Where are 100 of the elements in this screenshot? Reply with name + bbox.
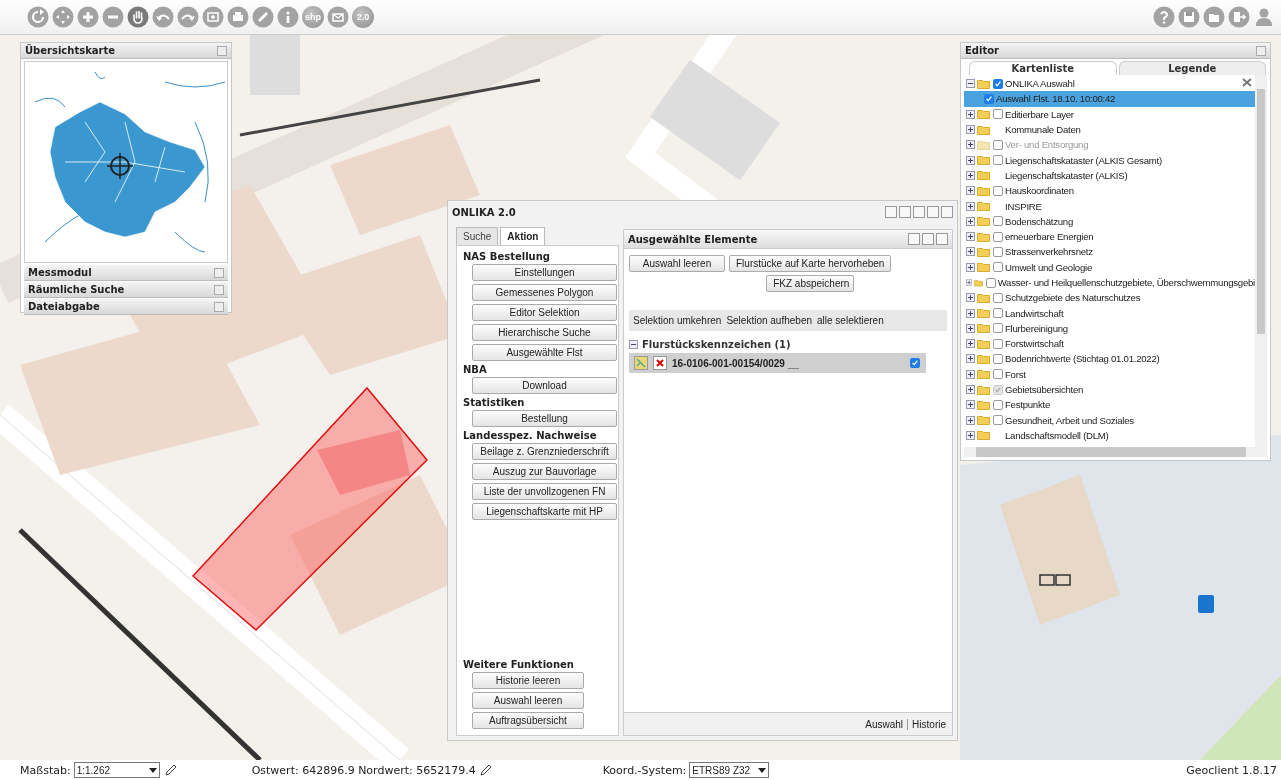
action-button[interactable]: Editor Selektion [472, 304, 617, 321]
layer-tree-item[interactable]: Editierbare Layer [964, 106, 1255, 122]
collapse-icon[interactable] [629, 340, 638, 349]
action-button[interactable]: Liste der unvollzogenen FN [472, 483, 617, 500]
print-icon[interactable] [227, 6, 249, 28]
remove-icon[interactable] [1242, 78, 1252, 87]
folder-icon[interactable] [1203, 6, 1225, 28]
checkbox[interactable] [993, 185, 1003, 196]
map-icon[interactable] [634, 356, 648, 370]
action-button[interactable]: Historie leeren [472, 672, 584, 689]
checkbox[interactable] [993, 78, 1003, 89]
pencil-icon[interactable] [478, 763, 493, 777]
hand-icon[interactable] [127, 6, 149, 28]
layer-tree-item[interactable]: Kommunale Daten [964, 121, 1255, 138]
layer-tree-item[interactable]: Festpunkte [964, 397, 1255, 413]
collapse-icon[interactable] [966, 79, 975, 89]
checkbox[interactable] [984, 93, 994, 104]
layer-tree-item[interactable]: Bodenschätzung [964, 213, 1255, 229]
expand-icon[interactable] [966, 278, 973, 287]
zoom-in-icon[interactable] [77, 6, 99, 28]
expand-icon[interactable] [966, 323, 975, 333]
redo-icon[interactable] [177, 6, 199, 28]
action-button[interactable]: Auszug zur Bauvorlage [472, 463, 617, 480]
user-icon[interactable] [1253, 6, 1275, 28]
layer-tree-item[interactable]: Flurbereinigung [964, 320, 1255, 337]
selection-link[interactable]: Selektion umkehren [633, 315, 722, 326]
checkbox[interactable] [993, 415, 1003, 426]
checkbox[interactable] [993, 216, 1003, 227]
expand-icon[interactable] [966, 155, 975, 165]
expand-icon[interactable] [966, 293, 975, 303]
layer-tree-item[interactable]: Gebietsübersichten [964, 381, 1255, 398]
layer-tree-item[interactable]: Umwelt und Geologie [964, 259, 1255, 275]
layer-tree-item[interactable]: Liegenschaftskataster (ALKIS) [964, 167, 1255, 184]
selected-parcel-row[interactable]: 16-0106-001-00154/0029 __ [629, 353, 926, 373]
checkbox[interactable] [993, 308, 1003, 319]
info-icon[interactable] [277, 6, 299, 28]
add-frame-icon[interactable] [202, 6, 224, 28]
expand-icon[interactable] [966, 170, 975, 180]
panel-section-header[interactable]: Räumliche Suche [24, 282, 228, 298]
expand-icon[interactable] [966, 430, 975, 440]
pan-arrows-icon[interactable] [52, 6, 74, 28]
checkbox[interactable] [993, 231, 1003, 242]
layer-tree-item[interactable]: ONLIKA Auswahl [964, 76, 1255, 92]
expand-icon[interactable] [966, 385, 975, 395]
scrollbar-thumb[interactable] [1257, 89, 1265, 334]
expand-icon[interactable] [966, 400, 975, 410]
action-button[interactable]: Auswahl leeren [472, 692, 584, 709]
expand-icon[interactable] [966, 216, 975, 226]
action-button[interactable]: Gemessenes Polygon [472, 284, 617, 301]
tab[interactable]: Suche [456, 227, 499, 245]
layer-tree-item[interactable]: Schutzgebiete des Naturschutzes [964, 290, 1255, 306]
floppy-disk-icon[interactable] [1178, 6, 1200, 28]
footer-link[interactable]: Auswahl [865, 718, 904, 730]
help-icon[interactable] [1153, 6, 1175, 28]
expand-icon[interactable] [966, 201, 975, 211]
expand-icon[interactable] [966, 262, 975, 272]
checkbox[interactable] [910, 358, 920, 368]
checkbox[interactable] [993, 369, 1003, 380]
undo-icon[interactable] [152, 6, 174, 28]
ruler-icon[interactable] [252, 6, 274, 28]
pencil-icon[interactable] [163, 763, 178, 777]
layer-tree-item[interactable]: Hauskoordinaten [964, 183, 1255, 199]
checkbox[interactable] [993, 246, 1003, 257]
expand-icon[interactable] [966, 415, 975, 425]
layer-tree-item[interactable]: Forst [964, 366, 1255, 382]
refresh-icon[interactable] [27, 6, 49, 28]
layer-tree-item[interactable]: Strassenverkehrsnetz [964, 244, 1255, 260]
layer-tree-item[interactable]: Landwirtschaft [964, 305, 1255, 321]
checkbox[interactable] [993, 323, 1003, 334]
expand-icon[interactable] [966, 354, 975, 364]
footer-link[interactable]: Historie [912, 718, 946, 730]
save-button[interactable]: FKZ abspeichern [766, 275, 855, 292]
panel-section-header[interactable]: Dateiabgabe [24, 299, 228, 315]
tab[interactable]: Aktion [500, 227, 546, 245]
crs-select[interactable]: ETRS89 Z32 [689, 762, 770, 778]
layer-tree-item[interactable]: Bodenrichtwerte (Stichtag 01.01.2022) [964, 351, 1255, 367]
selection-link[interactable]: alle selektieren [817, 315, 884, 326]
tab[interactable]: Legende [1118, 61, 1266, 75]
expand-icon[interactable] [966, 369, 975, 379]
layer-tree-item[interactable]: Gesundheit, Arbeit und Soziales [964, 412, 1255, 428]
expand-icon[interactable] [966, 308, 975, 318]
layer-tree-item[interactable]: Wasser- und Heilquellenschutzgebiete, Überschwemmungsgebi [964, 274, 1255, 291]
action-button[interactable]: Download [472, 377, 617, 394]
action-button[interactable]: Ausgewählte Flst [472, 344, 617, 361]
overview-map-header[interactable]: Übersichtskarte [21, 43, 231, 59]
checkbox[interactable] [993, 262, 1003, 273]
layer-tree-item[interactable]: Forstwirtschaft [964, 336, 1255, 352]
checkbox[interactable] [993, 338, 1003, 349]
action-button[interactable]: Auftragsübersicht [472, 712, 584, 729]
action-button[interactable]: Liegenschaftskarte mit HP [472, 503, 617, 520]
exit-door-icon[interactable] [1228, 6, 1250, 28]
action-button[interactable]: Einstellungen [472, 264, 617, 281]
action-button[interactable]: Hierarchische Suche [472, 324, 617, 341]
checkbox[interactable] [993, 399, 1003, 410]
tab[interactable]: Kartenliste [969, 61, 1117, 75]
expand-icon[interactable] [966, 109, 975, 119]
panel-section-header[interactable]: Messmodul [24, 265, 228, 281]
checkbox[interactable] [993, 109, 1003, 120]
checkbox[interactable] [985, 277, 996, 288]
delete-icon[interactable] [653, 356, 667, 370]
